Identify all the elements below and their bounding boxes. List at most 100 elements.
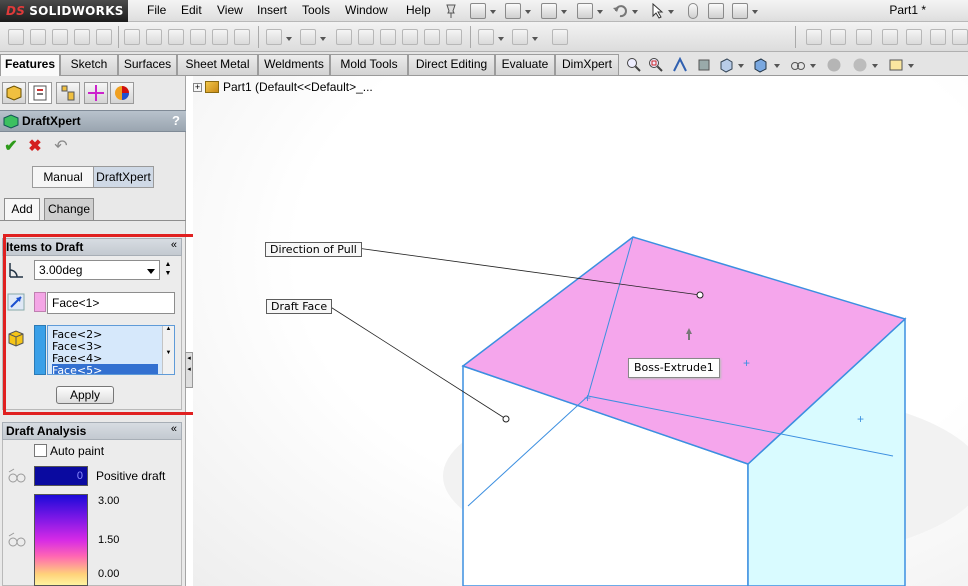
scene-dropdown-icon[interactable] <box>872 64 878 68</box>
tab-sheet-metal[interactable]: Sheet Metal <box>177 54 258 75</box>
swept-cut-icon[interactable] <box>190 29 206 45</box>
reference-dropdown-icon[interactable] <box>498 37 504 41</box>
dimxpert-manager-tab[interactable] <box>84 82 108 104</box>
select-dropdown-icon[interactable] <box>668 10 674 14</box>
open-dropdown-icon[interactable] <box>525 10 531 14</box>
split-icon[interactable] <box>952 29 968 45</box>
pin-icon[interactable] <box>444 3 458 19</box>
tab-direct-editing[interactable]: Direct Editing <box>408 54 495 75</box>
help-icon[interactable]: ? <box>172 113 180 128</box>
freeform-icon[interactable] <box>806 29 822 45</box>
color-edit-icon[interactable] <box>6 466 28 486</box>
section-view-icon[interactable] <box>696 57 712 73</box>
previous-view-icon[interactable] <box>672 57 688 73</box>
curves-icon[interactable] <box>512 29 528 45</box>
draft-icon[interactable] <box>358 29 374 45</box>
rib-icon[interactable] <box>336 29 352 45</box>
configuration-manager-tab[interactable] <box>56 82 80 104</box>
save-dropdown-icon[interactable] <box>561 10 567 14</box>
view-orientation-icon[interactable] <box>718 57 734 73</box>
undo-icon[interactable] <box>612 3 628 19</box>
fillet-dropdown-icon[interactable] <box>286 37 292 41</box>
direction-of-pull-callout[interactable]: Direction of Pull <box>265 242 362 257</box>
revolve-boss-icon[interactable] <box>30 29 46 45</box>
display-style-dropdown-icon[interactable] <box>774 64 780 68</box>
select-cursor-icon[interactable] <box>650 3 664 19</box>
save-icon[interactable] <box>541 3 557 19</box>
tab-sketch[interactable]: Sketch <box>60 54 118 75</box>
lofted-boss-icon[interactable] <box>74 29 90 45</box>
tab-evaluate[interactable]: Evaluate <box>495 54 555 75</box>
ok-button[interactable]: ✔ <box>2 138 20 156</box>
draftxpert-mode-button[interactable]: DraftXpert <box>93 167 153 187</box>
cavity-icon[interactable] <box>906 29 922 45</box>
pattern-dropdown-icon[interactable] <box>320 37 326 41</box>
feature-manager-tab[interactable] <box>2 82 26 104</box>
menu-tools[interactable]: Tools <box>302 3 330 17</box>
auto-paint-checkbox[interactable] <box>34 444 47 457</box>
flex-icon[interactable] <box>882 29 898 45</box>
fillet-icon[interactable] <box>266 29 282 45</box>
swept-boss-icon[interactable] <box>52 29 68 45</box>
draft-analysis-header[interactable]: Draft Analysis « <box>2 422 182 440</box>
hide-show-items-icon[interactable] <box>790 57 806 73</box>
deform-icon[interactable] <box>830 29 846 45</box>
wrap-icon[interactable] <box>402 29 418 45</box>
menu-edit[interactable]: Edit <box>181 3 202 17</box>
menu-file[interactable]: File <box>147 3 166 17</box>
new-dropdown-icon[interactable] <box>490 10 496 14</box>
menu-help[interactable]: Help <box>406 3 431 17</box>
tab-change[interactable]: Change <box>44 198 94 220</box>
property-manager-tab[interactable] <box>28 82 52 104</box>
tab-add[interactable]: Add <box>4 198 40 220</box>
scale-icon[interactable] <box>930 29 946 45</box>
reference-geometry-icon[interactable] <box>478 29 494 45</box>
menu-window[interactable]: Window <box>345 3 388 17</box>
tab-weldments[interactable]: Weldments <box>258 54 330 75</box>
model-viewport[interactable]: + + + <box>193 76 968 586</box>
panel-collapse-handle[interactable]: ◂ ◂ <box>185 352 193 388</box>
undo-dropdown-icon[interactable] <box>632 10 638 14</box>
view-settings-icon[interactable] <box>888 57 904 73</box>
lofted-cut-icon[interactable] <box>212 29 228 45</box>
manual-mode-button[interactable]: Manual <box>33 167 93 187</box>
tab-mold-tools[interactable]: Mold Tools <box>330 54 408 75</box>
view-orientation-dropdown-icon[interactable] <box>738 64 744 68</box>
solidworks-logo[interactable]: DS SOLIDWORKS <box>0 0 128 22</box>
new-document-icon[interactable] <box>470 3 486 19</box>
positive-draft-swatch[interactable]: 0 <box>34 466 88 486</box>
open-folder-icon[interactable] <box>505 3 521 19</box>
mirror-icon[interactable] <box>446 29 462 45</box>
menu-insert[interactable]: Insert <box>257 3 287 17</box>
revolved-cut-icon[interactable] <box>168 29 184 45</box>
graphics-area[interactable]: + Part1 (Default<<Default>_... + + + Dire… <box>193 76 968 586</box>
extruded-cut-icon[interactable] <box>124 29 140 45</box>
menu-view[interactable]: View <box>217 3 243 17</box>
hide-show-dropdown-icon[interactable] <box>810 64 816 68</box>
options-icon[interactable] <box>732 3 748 19</box>
edit-appearance-icon[interactable] <box>826 57 842 73</box>
cancel-button[interactable]: ✖ <box>26 138 44 156</box>
curves-dropdown-icon[interactable] <box>532 37 538 41</box>
extruded-boss-icon[interactable] <box>8 29 24 45</box>
print-icon[interactable] <box>577 3 593 19</box>
collapse-chevron-icon[interactable]: « <box>171 423 177 435</box>
tab-dimxpert[interactable]: DimXpert <box>555 54 619 75</box>
intersect-icon[interactable] <box>424 29 440 45</box>
boundary-cut-icon[interactable] <box>234 29 250 45</box>
display-manager-tab[interactable] <box>110 82 134 104</box>
instant3d-icon[interactable] <box>552 29 568 45</box>
zoom-to-area-icon[interactable] <box>648 57 664 73</box>
apply-scene-icon[interactable] <box>852 57 868 73</box>
color-edit-icon[interactable] <box>6 530 28 550</box>
file-properties-icon[interactable] <box>708 3 724 19</box>
boundary-boss-icon[interactable] <box>96 29 112 45</box>
draft-face-callout[interactable]: Draft Face <box>266 299 333 314</box>
zoom-to-fit-icon[interactable] <box>626 57 642 73</box>
rebuild-icon[interactable] <box>688 3 698 19</box>
undo-button[interactable]: ↶ <box>52 138 70 156</box>
view-settings-dropdown-icon[interactable] <box>908 64 914 68</box>
indent-icon[interactable] <box>856 29 872 45</box>
shell-icon[interactable] <box>380 29 396 45</box>
options-dropdown-icon[interactable] <box>752 10 758 14</box>
